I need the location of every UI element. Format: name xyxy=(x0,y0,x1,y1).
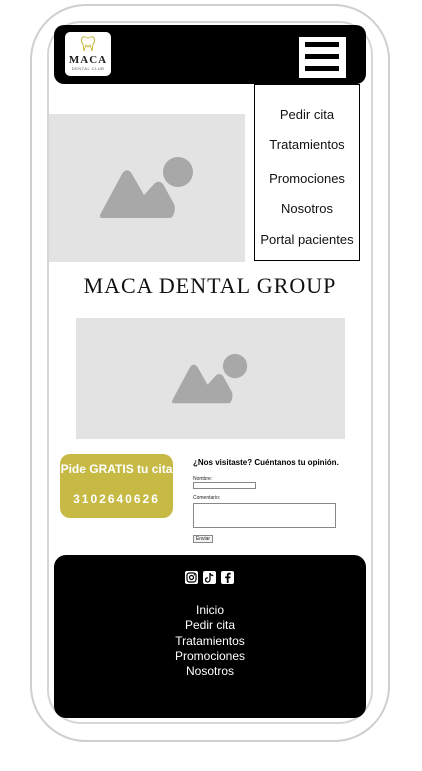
image-placeholder-icon xyxy=(172,353,248,404)
secondary-image xyxy=(76,318,345,439)
hamburger-line xyxy=(305,66,339,71)
hero-image xyxy=(49,114,245,262)
feedback-form-title: ¿Nos visitaste? Cuéntanos tu opinión. xyxy=(193,458,339,467)
hamburger-icon[interactable] xyxy=(298,36,347,79)
tiktok-icon[interactable] xyxy=(203,571,216,584)
logo-text: MACA xyxy=(68,54,108,66)
footer-link-inicio[interactable]: Inicio xyxy=(54,603,366,618)
menu-item-promociones[interactable]: Promociones xyxy=(255,171,359,186)
page-title: MACA DENTAL GROUP xyxy=(83,273,337,298)
menu-item-portal-pacientes[interactable]: Portal pacientes xyxy=(255,232,359,247)
cta-phone: 3102640626 xyxy=(73,492,160,506)
cta-title: Pide GRATIS tu cita xyxy=(60,462,173,476)
name-input[interactable] xyxy=(193,482,256,489)
footer-link-nosotros[interactable]: Nosotros xyxy=(54,664,366,679)
comment-label: Comentario: xyxy=(193,495,221,501)
image-placeholder-icon xyxy=(100,157,193,218)
book-appointment-button[interactable]: Pide GRATIS tu cita 3102640626 xyxy=(60,454,173,518)
comment-textarea[interactable] xyxy=(193,503,336,528)
menu-item-nosotros[interactable]: Nosotros xyxy=(255,201,359,216)
facebook-icon[interactable] xyxy=(221,571,234,584)
instagram-icon[interactable] xyxy=(185,571,198,584)
menu-item-tratamientos[interactable]: Tratamientos xyxy=(255,137,359,152)
hamburger-line xyxy=(305,54,339,59)
submit-button[interactable]: Enviar xyxy=(193,535,213,543)
footer-link-pedir-cita[interactable]: Pedir cita xyxy=(54,618,366,633)
footer-link-promociones[interactable]: Promociones xyxy=(54,649,366,664)
logo-subtext: DENTAL CLUB xyxy=(71,66,105,71)
hamburger-line xyxy=(305,42,339,47)
nav-menu: Pedir cita Tratamientos Promociones Noso… xyxy=(254,84,360,261)
tooth-logo-icon xyxy=(81,36,95,52)
logo[interactable]: MACA DENTAL CLUB xyxy=(65,32,111,76)
footer-link-tratamientos[interactable]: Tratamientos xyxy=(54,634,366,649)
menu-item-pedir-cita[interactable]: Pedir cita xyxy=(255,107,359,122)
